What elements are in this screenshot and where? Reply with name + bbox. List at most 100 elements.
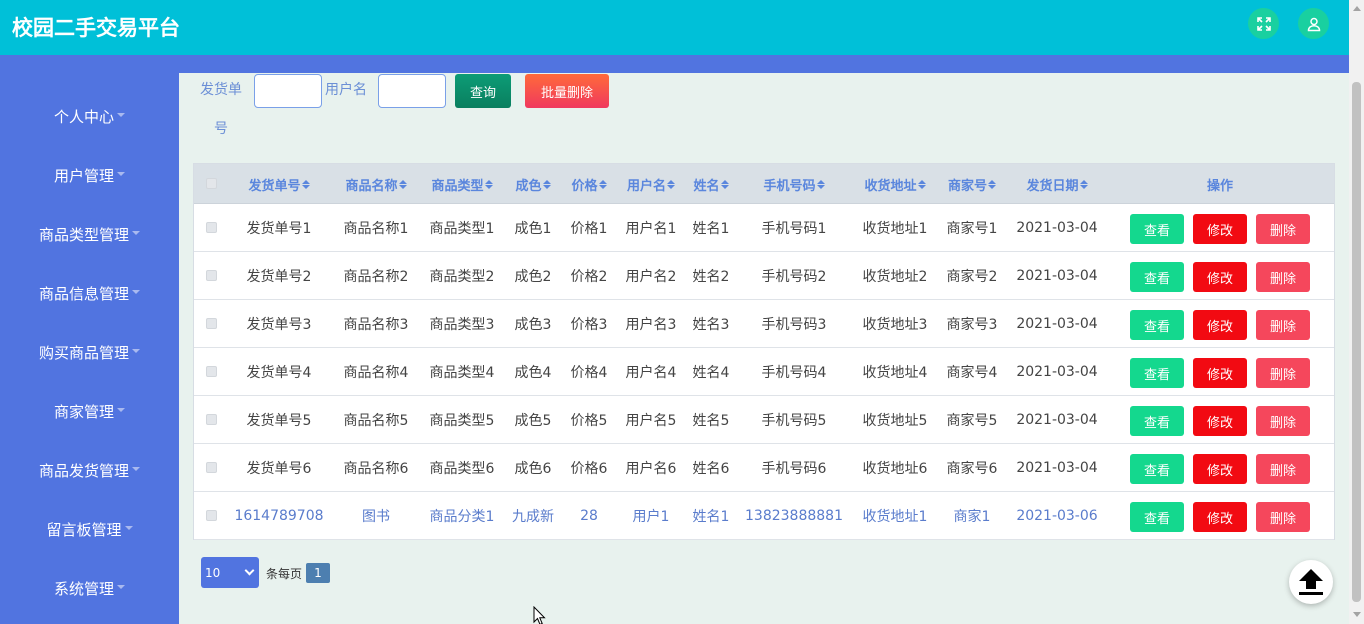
sidebar-item-label: 商品信息管理 [38,284,129,303]
view-button[interactable]: 查看 [1130,406,1184,436]
scroll-up-icon[interactable] [1353,6,1361,11]
page-number-current[interactable]: 1 [306,563,330,583]
fullscreen-button[interactable] [1248,8,1279,39]
sidebar-item-label: 留言板管理 [46,520,122,539]
view-button[interactable]: 查看 [1130,502,1184,532]
cell-condition: 成色4 [514,365,552,381]
order-number-label-wrap: 号 [214,121,228,137]
view-button[interactable]: 查看 [1130,310,1184,340]
arrow-up-icon [1299,569,1323,595]
edit-button[interactable]: 修改 [1193,502,1247,532]
cell-price: 28 [580,508,598,524]
view-button[interactable]: 查看 [1130,454,1184,484]
sidebar-item-system-management[interactable]: 系统管理 [0,568,179,608]
column-header-condition[interactable]: 成色 [507,164,559,204]
edit-button[interactable]: 修改 [1193,214,1247,244]
page-size-select[interactable]: 10 [201,557,259,588]
cell-merchant: 商家号3 [946,317,998,333]
column-header-name[interactable]: 姓名 [686,164,736,204]
edit-button[interactable]: 修改 [1193,406,1247,436]
user-button[interactable] [1298,8,1329,39]
edit-button[interactable]: 修改 [1193,262,1247,292]
sort-icon [667,179,675,189]
cell-price: 价格3 [570,317,608,333]
cell-ship-date: 2021-03-04 [1016,220,1098,236]
query-button[interactable]: 查询 [455,74,511,108]
sidebar-item-product-type-management[interactable]: 商品类型管理 [0,214,179,254]
delete-button[interactable]: 删除 [1256,214,1310,244]
sidebar-item-label: 购买商品管理 [38,343,129,362]
cell-product-type: 商品类型3 [429,317,495,333]
row-checkbox[interactable] [206,270,217,281]
view-button[interactable]: 查看 [1130,214,1184,244]
caret-down-icon [132,467,140,471]
sidebar-item-label: 系统管理 [53,579,114,598]
column-header-merchant[interactable]: 商家号 [940,164,1004,204]
column-header-order-number[interactable]: 发货单号 [234,164,324,204]
row-checkbox[interactable] [206,510,217,521]
column-header-ship-date[interactable]: 发货日期 [1012,164,1102,204]
sidebar-item-merchant-management[interactable]: 商家管理 [0,391,179,431]
edit-button[interactable]: 修改 [1193,454,1247,484]
column-header-username[interactable]: 用户名 [618,164,684,204]
cell-name: 姓名4 [692,365,730,381]
delete-button[interactable]: 删除 [1256,454,1310,484]
row-checkbox[interactable] [206,462,217,473]
chevron-down-icon [244,565,255,576]
edit-button[interactable]: 修改 [1193,358,1247,388]
cell-order-number: 发货单号5 [246,413,312,429]
column-header-price[interactable]: 价格 [564,164,614,204]
scrollbar-thumb[interactable] [1352,82,1361,602]
sidebar-item-product-info-management[interactable]: 商品信息管理 [0,273,179,313]
delete-button[interactable]: 删除 [1256,310,1310,340]
sidebar-item-shipping-management[interactable]: 商品发货管理 [0,450,179,490]
row-checkbox[interactable] [206,366,217,377]
row-checkbox[interactable] [206,318,217,329]
cell-ship-date: 2021-03-04 [1016,460,1098,476]
delete-button[interactable]: 删除 [1256,358,1310,388]
batch-delete-button[interactable]: 批量删除 [525,74,609,108]
cell-phone: 手机号码1 [761,221,827,237]
cell-ship-date: 2021-03-04 [1016,316,1098,332]
column-header-address[interactable]: 收货地址 [854,164,936,204]
cell-phone: 手机号码6 [761,461,827,477]
scroll-down-icon[interactable] [1353,612,1361,617]
view-button[interactable]: 查看 [1130,262,1184,292]
row-checkbox[interactable] [206,414,217,425]
table-row: 发货单号1 商品名称1 商品类型1 成色1 价格1 用户名1 姓名1 手机号码1 收货地址1 商家… [194,204,1334,252]
cell-merchant: 商家1 [953,509,991,525]
cell-ship-date: 2021-03-06 [1016,508,1098,524]
column-header-product-name[interactable]: 商品名称 [334,164,418,204]
sidebar-item-personal-center[interactable]: 个人中心 [0,96,179,136]
row-checkbox[interactable] [206,222,217,233]
cell-price: 价格6 [570,461,608,477]
cell-product-name: 商品名称1 [343,221,409,237]
cell-order-number: 发货单号3 [246,317,312,333]
sidebar-item-user-management[interactable]: 用户管理 [0,155,179,195]
sidebar-item-message-board-management[interactable]: 留言板管理 [0,509,179,549]
expand-icon [1256,16,1271,31]
edit-button[interactable]: 修改 [1193,310,1247,340]
cell-address: 收货地址4 [862,365,928,381]
sort-icon [917,179,926,189]
cell-username: 用户名5 [625,413,677,429]
sidebar-item-purchase-management[interactable]: 购买商品管理 [0,332,179,372]
order-number-input[interactable] [254,74,322,108]
cell-condition: 成色3 [514,317,552,333]
cell-condition: 成色1 [514,221,552,237]
app-title: 校园二手交易平台 [12,16,180,40]
page-scrollbar[interactable] [1349,0,1364,624]
cell-name: 姓名1 [692,509,730,525]
back-to-top-button[interactable] [1289,560,1333,604]
select-all-checkbox[interactable] [206,178,217,189]
delete-button[interactable]: 删除 [1256,502,1310,532]
username-input[interactable] [378,74,446,108]
view-button[interactable]: 查看 [1130,358,1184,388]
column-header-phone[interactable]: 手机号码 [742,164,846,204]
delete-button[interactable]: 删除 [1256,262,1310,292]
cell-order-number: 发货单号2 [246,269,312,285]
cell-product-type: 商品类型4 [429,365,495,381]
column-header-product-type[interactable]: 商品类型 [420,164,504,204]
cell-price: 价格1 [570,221,608,237]
delete-button[interactable]: 删除 [1256,406,1310,436]
